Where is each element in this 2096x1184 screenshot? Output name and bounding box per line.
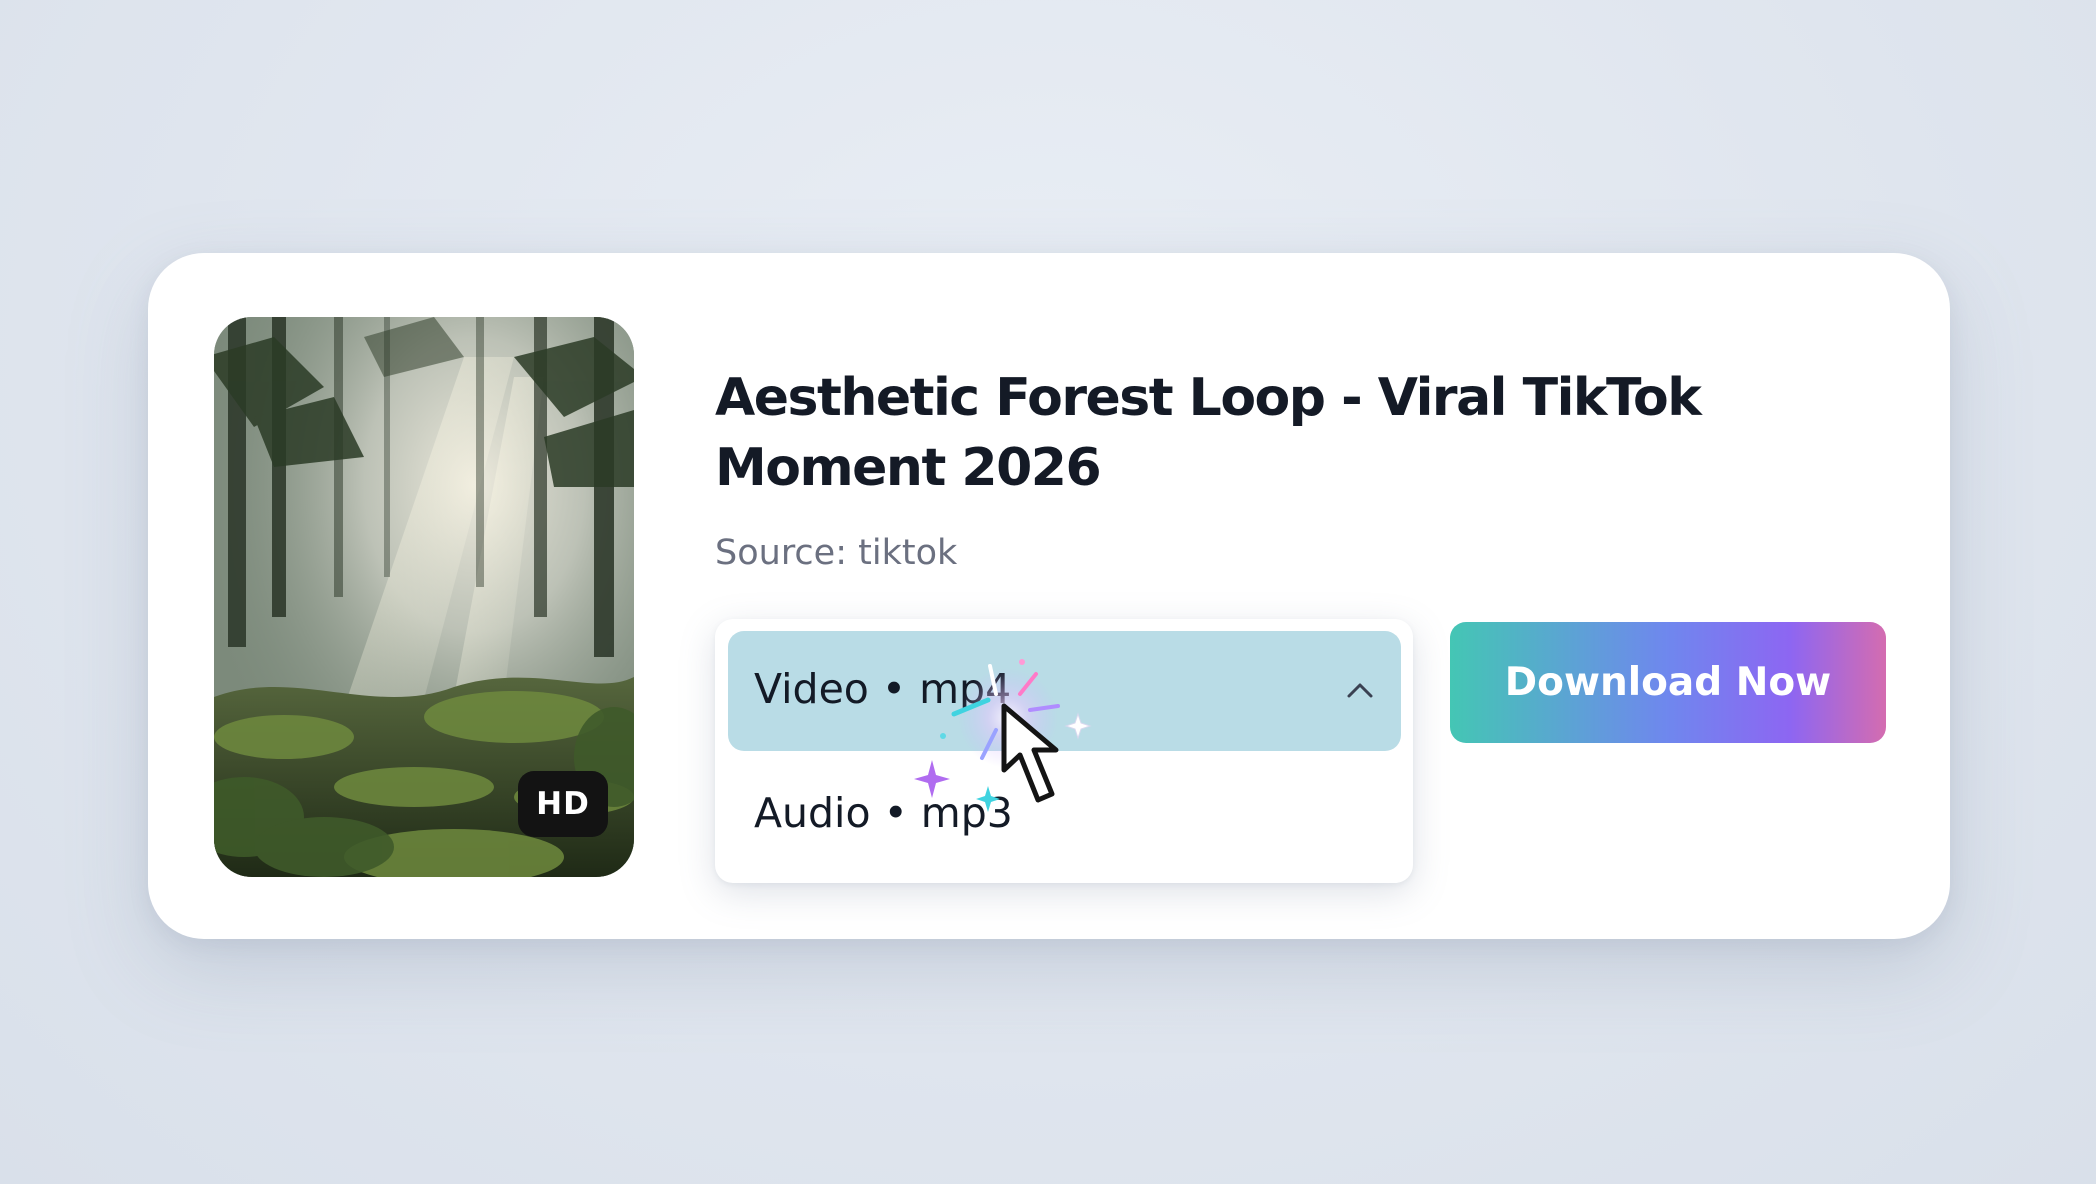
format-option-label: Video • mp4 (754, 665, 1012, 713)
hd-badge: HD (518, 771, 608, 837)
video-result-card: HD Aesthetic Forest Loop - Viral TikTok … (148, 253, 1950, 939)
chevron-up-icon[interactable] (1345, 675, 1375, 705)
video-title: Aesthetic Forest Loop - Viral TikTok Mom… (715, 368, 1702, 498)
format-option-video[interactable]: Video • mp4 (728, 631, 1401, 751)
video-thumbnail[interactable]: HD (214, 317, 634, 877)
format-dropdown[interactable]: Video • mp4 Audio • mp3 (715, 619, 1413, 883)
format-option-label: Audio • mp3 (754, 789, 1013, 837)
format-option-audio[interactable]: Audio • mp3 (728, 755, 1401, 871)
download-now-button[interactable]: Download Now (1450, 622, 1886, 743)
video-source: Source: tiktok (715, 533, 958, 573)
